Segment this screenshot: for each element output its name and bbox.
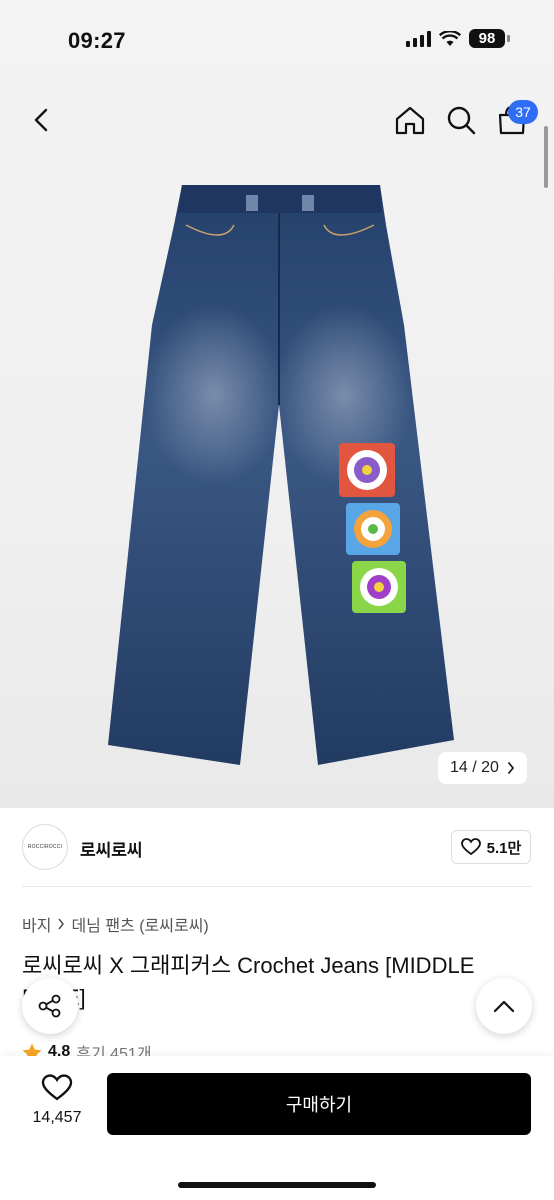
battery-icon xyxy=(507,35,510,42)
wishlist-button[interactable]: 14,457 xyxy=(22,1074,92,1127)
product-title: 로씨로씨 X 그래피커스 Crochet Jeans [MIDDLE BLUE] xyxy=(22,953,475,1010)
scroll-to-top-button[interactable] xyxy=(476,978,532,1034)
breadcrumb: 바지 데님 팬츠 (로씨로씨) xyxy=(22,912,209,936)
breadcrumb-subcategory[interactable]: 데님 팬츠 (로씨로씨) xyxy=(71,912,208,936)
cart-count-badge: 37 xyxy=(508,100,538,124)
share-icon xyxy=(38,994,61,1018)
share-button[interactable] xyxy=(22,978,78,1034)
buy-button[interactable]: 구매하기 xyxy=(107,1073,531,1135)
home-indicator[interactable] xyxy=(178,1182,376,1188)
brand-name[interactable]: 로씨로씨 xyxy=(80,836,143,861)
image-counter-text: 14 / 20 xyxy=(450,759,499,776)
chevron-up-icon xyxy=(493,1000,515,1013)
chevron-right-icon xyxy=(508,762,515,774)
brand-like-count: 5.1만 xyxy=(486,839,522,857)
scrollbar[interactable] xyxy=(544,126,548,188)
wishlist-count: 14,457 xyxy=(32,1109,82,1126)
brand-logo[interactable]: ROCCIROCCI xyxy=(22,824,68,870)
divider xyxy=(22,886,532,887)
product-image xyxy=(108,185,454,765)
wifi-icon xyxy=(439,30,461,46)
home-icon[interactable] xyxy=(390,100,430,140)
heart-icon xyxy=(41,1074,73,1101)
battery-level: 98 xyxy=(469,29,505,48)
status-icons: 98 xyxy=(406,29,510,48)
image-counter[interactable]: 14 / 20 xyxy=(438,752,527,784)
back-icon[interactable] xyxy=(22,100,62,140)
breadcrumb-category[interactable]: 바지 xyxy=(22,912,51,936)
chevron-right-icon xyxy=(58,918,65,930)
brand-like-button[interactable]: 5.1만 xyxy=(451,830,531,864)
search-icon[interactable] xyxy=(441,100,481,140)
heart-icon xyxy=(460,838,481,856)
cellular-signal-icon xyxy=(406,30,431,47)
brand-logo-text: ROCCIROCCI xyxy=(27,844,63,850)
status-time: 09:27 xyxy=(68,28,126,53)
